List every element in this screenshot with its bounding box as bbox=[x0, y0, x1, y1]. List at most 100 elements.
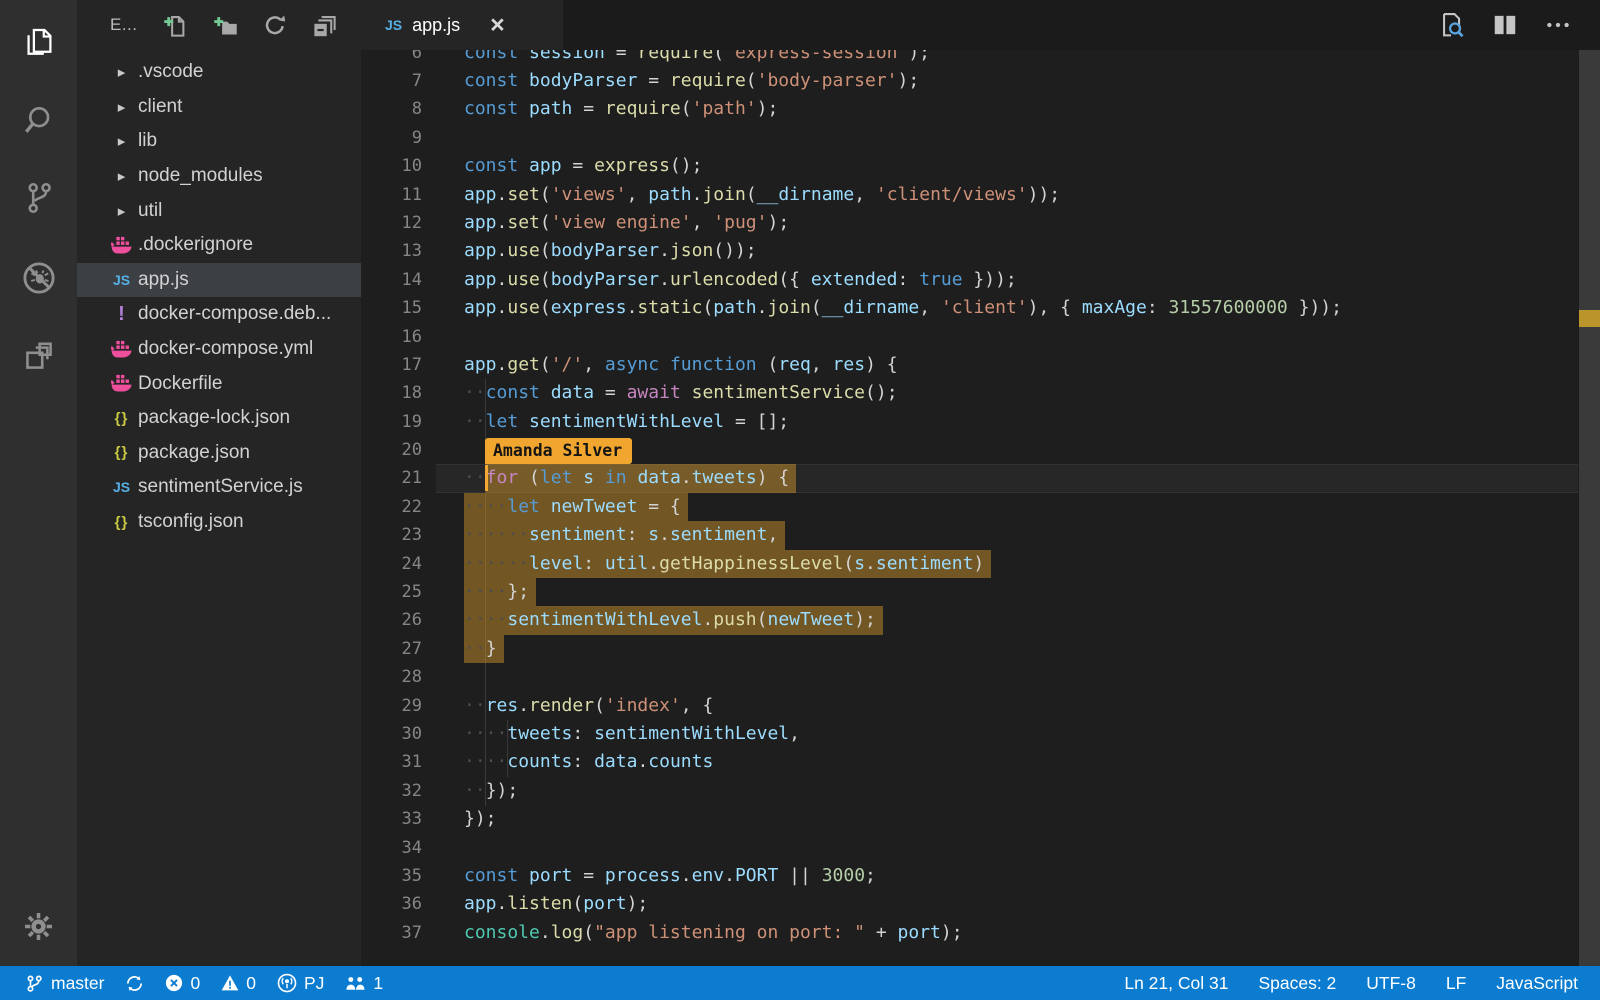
tree-item-dockerfile[interactable]: Dockerfile bbox=[77, 366, 361, 401]
line-number: 9 bbox=[361, 124, 422, 152]
split-editor-icon[interactable] bbox=[1491, 11, 1519, 39]
code-line-22[interactable]: ····let newTweet = { bbox=[436, 493, 1578, 521]
more-actions-icon[interactable] bbox=[1544, 11, 1572, 39]
docker-file-icon bbox=[108, 374, 135, 393]
line-number: 37 bbox=[361, 919, 422, 947]
collaborator-selection: ··} bbox=[464, 635, 504, 663]
tree-item-label: docker-compose.yml bbox=[138, 338, 313, 360]
status-cursor-position[interactable]: Ln 21, Col 31 bbox=[1124, 973, 1228, 994]
debug-disabled-icon[interactable] bbox=[0, 248, 77, 308]
code-line-31[interactable]: ····counts: data.counts bbox=[436, 748, 1578, 776]
editor-scrollbar[interactable] bbox=[1579, 50, 1600, 966]
tree-item--dockerignore[interactable]: .dockerignore bbox=[77, 228, 361, 263]
new-folder-icon[interactable] bbox=[212, 12, 239, 39]
code-line-27[interactable]: ··} bbox=[436, 635, 1578, 663]
code-line-23[interactable]: ······sentiment: s.sentiment, bbox=[436, 521, 1578, 549]
tree-item-package-lock-json[interactable]: {}package-lock.json bbox=[77, 401, 361, 436]
code-line-33[interactable]: }); bbox=[436, 805, 1578, 833]
line-number: 35 bbox=[361, 862, 422, 890]
status-eol[interactable]: LF bbox=[1446, 973, 1466, 994]
search-icon[interactable] bbox=[0, 90, 77, 150]
code-line-28[interactable] bbox=[436, 663, 1578, 691]
new-file-icon[interactable] bbox=[162, 12, 189, 39]
collapse-folders-icon[interactable] bbox=[311, 12, 338, 39]
js-file-icon: JS bbox=[108, 272, 135, 288]
tree-item-label: util bbox=[138, 200, 162, 222]
warning-icon bbox=[221, 974, 239, 992]
line-number: 15 bbox=[361, 294, 422, 322]
line-number: 20 bbox=[361, 436, 422, 464]
tree-item-lib[interactable]: ▸lib bbox=[77, 124, 361, 159]
tree-item-app-js[interactable]: JSapp.js bbox=[77, 263, 361, 298]
tab-app-js[interactable]: JS app.js × bbox=[361, 0, 563, 50]
tree-item-label: tsconfig.json bbox=[138, 511, 244, 533]
json-file-icon: {} bbox=[108, 514, 135, 531]
code-line-13[interactable]: app.use(bodyParser.json()); bbox=[436, 237, 1578, 265]
extensions-icon[interactable] bbox=[0, 326, 77, 386]
collaborator-caret bbox=[485, 465, 488, 491]
tree-item-label: .vscode bbox=[138, 61, 203, 83]
close-tab-icon[interactable]: × bbox=[490, 15, 505, 35]
line-number: 27 bbox=[361, 635, 422, 663]
line-number: 30 bbox=[361, 720, 422, 748]
status-language[interactable]: JavaScript bbox=[1496, 973, 1578, 994]
tree-item-label: node_modules bbox=[138, 165, 263, 187]
status-label: PJ bbox=[304, 973, 324, 994]
code-line-36[interactable]: app.listen(port); bbox=[436, 890, 1578, 918]
tree-item-client[interactable]: ▸client bbox=[77, 90, 361, 125]
code-line-34[interactable] bbox=[436, 834, 1578, 862]
status-encoding[interactable]: UTF-8 bbox=[1366, 973, 1416, 994]
code-line-14[interactable]: app.use(bodyParser.urlencoded({ extended… bbox=[436, 266, 1578, 294]
code-line-12[interactable]: app.set('view engine', 'pug'); bbox=[436, 209, 1578, 237]
code-line-18[interactable]: ··const data = await sentimentService(); bbox=[436, 379, 1578, 407]
source-control-icon[interactable] bbox=[0, 168, 77, 228]
code-line-30[interactable]: ····tweets: sentimentWithLevel, bbox=[436, 720, 1578, 748]
code-line-26[interactable]: ····sentimentWithLevel.push(newTweet); bbox=[436, 606, 1578, 634]
code-line-21[interactable]: ··for (let s in data.tweets) {Amanda Sil… bbox=[436, 464, 1578, 492]
code-line-10[interactable]: const app = express(); bbox=[436, 152, 1578, 180]
collaborator-selection: ······sentiment: s.sentiment, bbox=[464, 521, 785, 549]
js-file-icon: JS bbox=[108, 479, 135, 495]
explorer-icon[interactable] bbox=[0, 12, 77, 72]
tree-item-docker-compose-deb-[interactable]: !docker-compose.deb... bbox=[77, 297, 361, 332]
code-line-11[interactable]: app.set('views', path.join(__dirname, 'c… bbox=[436, 181, 1578, 209]
tab-bar: JS app.js × bbox=[361, 0, 1600, 50]
code-line-7[interactable]: const bodyParser = require('body-parser'… bbox=[436, 67, 1578, 95]
tree-item--vscode[interactable]: ▸.vscode bbox=[77, 55, 361, 90]
code-line-9[interactable] bbox=[436, 124, 1578, 152]
tree-item-label: docker-compose.deb... bbox=[138, 303, 331, 325]
tree-item-sentimentservice-js[interactable]: JSsentimentService.js bbox=[77, 470, 361, 505]
status-warning-item[interactable]: 0 bbox=[221, 973, 256, 994]
open-preview-icon[interactable] bbox=[1436, 10, 1466, 40]
tree-item-tsconfig-json[interactable]: {}tsconfig.json bbox=[77, 505, 361, 540]
refresh-icon[interactable] bbox=[262, 12, 288, 38]
code-line-32[interactable]: ··}); bbox=[436, 777, 1578, 805]
status-git-branch-item[interactable]: master bbox=[25, 973, 104, 994]
line-number: 10 bbox=[361, 152, 422, 180]
collaborator-selection: ····sentimentWithLevel.push(newTweet); bbox=[464, 606, 883, 634]
code-line-29[interactable]: ··res.render('index', { bbox=[436, 692, 1578, 720]
code-line-37[interactable]: console.log("app listening on port: " + … bbox=[436, 919, 1578, 947]
code-line-16[interactable] bbox=[436, 323, 1578, 351]
code-line-24[interactable]: ······level: util.getHappinessLevel(s.se… bbox=[436, 550, 1578, 578]
status-indentation[interactable]: Spaces: 2 bbox=[1258, 973, 1336, 994]
line-number: 32 bbox=[361, 777, 422, 805]
code-line-15[interactable]: app.use(express.static(path.join(__dirna… bbox=[436, 294, 1578, 322]
settings-gear-icon[interactable] bbox=[0, 896, 77, 956]
code-line-35[interactable]: const port = process.env.PORT || 3000; bbox=[436, 862, 1578, 890]
status-sync-icon[interactable] bbox=[125, 974, 144, 993]
code-line-17[interactable]: app.get('/', async function (req, res) { bbox=[436, 351, 1578, 379]
collaborator-selection: ······level: util.getHappinessLevel(s.se… bbox=[464, 550, 991, 578]
tree-item-node-modules[interactable]: ▸node_modules bbox=[77, 159, 361, 194]
status-error-item[interactable]: 0 bbox=[165, 973, 200, 994]
status-people-item[interactable]: 1 bbox=[345, 973, 383, 994]
code-line-19[interactable]: ··let sentimentWithLevel = []; bbox=[436, 408, 1578, 436]
tree-item-util[interactable]: ▸util bbox=[77, 193, 361, 228]
collaborator-name-badge: Amanda Silver bbox=[485, 438, 632, 464]
code-line-8[interactable]: const path = require('path'); bbox=[436, 95, 1578, 123]
tree-item-docker-compose-yml[interactable]: docker-compose.yml bbox=[77, 332, 361, 367]
explorer-title: E... bbox=[110, 15, 138, 35]
status-broadcast-item[interactable]: PJ bbox=[277, 973, 324, 994]
code-line-25[interactable]: ····}; bbox=[436, 578, 1578, 606]
tree-item-package-json[interactable]: {}package.json bbox=[77, 436, 361, 471]
